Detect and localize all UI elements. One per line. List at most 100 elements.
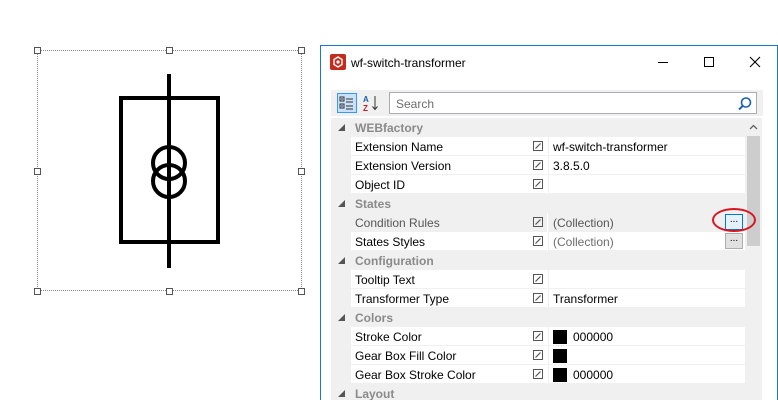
property-row[interactable]: Transformer Type Transformer xyxy=(331,289,745,308)
window-title: wf-switch-transformer xyxy=(351,56,466,70)
collapse-toggle[interactable] xyxy=(331,118,351,137)
vertical-scrollbar[interactable] xyxy=(745,118,762,400)
property-name: States Styles xyxy=(351,232,529,251)
property-value-text: (Collection) xyxy=(553,216,614,230)
row-gutter xyxy=(331,346,351,365)
alphabetical-button[interactable]: A Z xyxy=(361,93,381,113)
property-edit-icon[interactable] xyxy=(529,213,547,232)
scroll-thumb[interactable] xyxy=(747,136,760,246)
categorized-button[interactable] xyxy=(337,93,357,113)
properties-window[interactable]: wf-switch-transformer A Z Search WEBfact… xyxy=(320,45,778,400)
property-name: Condition Rules xyxy=(351,213,529,232)
property-name: Transformer Type xyxy=(351,289,529,308)
maximize-icon xyxy=(704,57,714,67)
maximize-button[interactable] xyxy=(686,46,732,78)
property-edit-icon[interactable] xyxy=(529,270,547,289)
property-name: Extension Name xyxy=(351,137,529,156)
property-row[interactable]: Tooltip Text xyxy=(331,270,745,289)
collection-editor-button[interactable]: ... xyxy=(725,233,743,249)
collapse-toggle[interactable] xyxy=(331,194,351,213)
property-row[interactable]: States Styles (Collection)... xyxy=(331,232,745,251)
color-swatch xyxy=(553,329,567,344)
highlight-annotation xyxy=(712,208,756,232)
category-row[interactable]: Layout xyxy=(331,384,745,400)
scroll-up-button[interactable] xyxy=(745,118,762,135)
category-row[interactable]: Configuration xyxy=(331,251,745,270)
row-gutter xyxy=(331,213,351,232)
row-gutter xyxy=(331,175,351,194)
pencil-icon xyxy=(533,331,543,341)
search-placeholder: Search xyxy=(396,97,435,111)
property-edit-icon[interactable] xyxy=(529,156,547,175)
row-gutter xyxy=(331,156,351,175)
pencil-icon xyxy=(533,369,543,379)
svg-text:Z: Z xyxy=(363,104,368,112)
property-row[interactable]: Stroke Color 000000 xyxy=(331,327,745,346)
property-edit-icon[interactable] xyxy=(529,232,547,251)
property-value[interactable]: wf-switch-transformer xyxy=(548,137,745,156)
category-label: Configuration xyxy=(355,254,434,268)
pencil-icon xyxy=(533,293,543,303)
pencil-icon xyxy=(533,236,543,246)
property-edit-icon[interactable] xyxy=(529,137,547,156)
collapse-toggle[interactable] xyxy=(331,308,351,327)
category-row[interactable]: WEBfactory xyxy=(331,118,745,137)
category-label: Colors xyxy=(355,311,394,325)
property-edit-icon[interactable] xyxy=(529,365,547,384)
pencil-icon xyxy=(533,179,543,189)
pencil-icon xyxy=(533,217,543,227)
property-edit-icon[interactable] xyxy=(529,175,547,194)
property-value[interactable] xyxy=(548,346,745,365)
collapse-toggle[interactable] xyxy=(331,251,351,270)
category-row[interactable]: Colors xyxy=(331,308,745,327)
close-button[interactable] xyxy=(732,46,778,78)
property-value[interactable]: 3.8.5.0 xyxy=(548,156,745,175)
alphabetical-sort-icon: A Z xyxy=(363,95,378,113)
svg-text:A: A xyxy=(363,95,369,104)
property-name: Tooltip Text xyxy=(351,270,529,289)
category-label: Layout xyxy=(355,387,395,400)
chevron-down-icon xyxy=(337,124,345,131)
row-gutter xyxy=(331,270,351,289)
title-bar[interactable]: wf-switch-transformer xyxy=(321,46,777,78)
property-value[interactable]: (Collection)... xyxy=(548,232,745,251)
row-gutter xyxy=(331,137,351,156)
chevron-down-icon xyxy=(337,314,345,321)
property-row[interactable]: Object ID xyxy=(331,175,745,194)
property-value-text: (Collection) xyxy=(553,235,614,249)
search-input[interactable]: Search xyxy=(389,92,757,114)
property-value-text: wf-switch-transformer xyxy=(553,140,668,154)
property-row[interactable]: Condition Rules (Collection)... xyxy=(331,213,745,232)
property-row[interactable]: Extension Version 3.8.5.0 xyxy=(331,156,745,175)
property-name: Object ID xyxy=(351,175,529,194)
row-gutter xyxy=(331,365,351,384)
magnifier-icon[interactable] xyxy=(736,95,754,113)
property-edit-icon[interactable] xyxy=(529,327,547,346)
app-icon xyxy=(330,54,346,70)
minimize-button[interactable] xyxy=(640,46,686,78)
color-swatch xyxy=(553,348,567,363)
property-grid[interactable]: WEBfactory Extension Name wf-switch-transf… xyxy=(331,118,745,400)
chevron-down-icon xyxy=(337,390,345,397)
property-row[interactable]: Gear Box Stroke Color 000000 xyxy=(331,365,745,384)
row-gutter xyxy=(331,232,351,251)
category-row[interactable]: States xyxy=(331,194,745,213)
property-edit-icon[interactable] xyxy=(529,346,547,365)
property-edit-icon[interactable] xyxy=(529,289,547,308)
property-value[interactable]: 000000 xyxy=(548,327,745,346)
property-value-text: 000000 xyxy=(573,368,614,382)
property-row[interactable]: Extension Name wf-switch-transformer xyxy=(331,137,745,156)
switch-transformer-symbol[interactable] xyxy=(0,0,320,400)
property-value[interactable]: Transformer xyxy=(548,289,745,308)
chevron-down-icon xyxy=(337,257,345,264)
chevron-up-icon xyxy=(749,124,758,129)
property-value[interactable]: 000000 xyxy=(548,365,745,384)
property-value[interactable] xyxy=(548,175,745,194)
property-row[interactable]: Gear Box Fill Color xyxy=(331,346,745,365)
property-value[interactable] xyxy=(548,270,745,289)
property-name: Gear Box Stroke Color xyxy=(351,365,529,384)
chevron-down-icon xyxy=(337,200,345,207)
property-value-text: 000000 xyxy=(573,330,614,344)
design-canvas[interactable] xyxy=(0,0,320,400)
collapse-toggle[interactable] xyxy=(331,384,351,400)
